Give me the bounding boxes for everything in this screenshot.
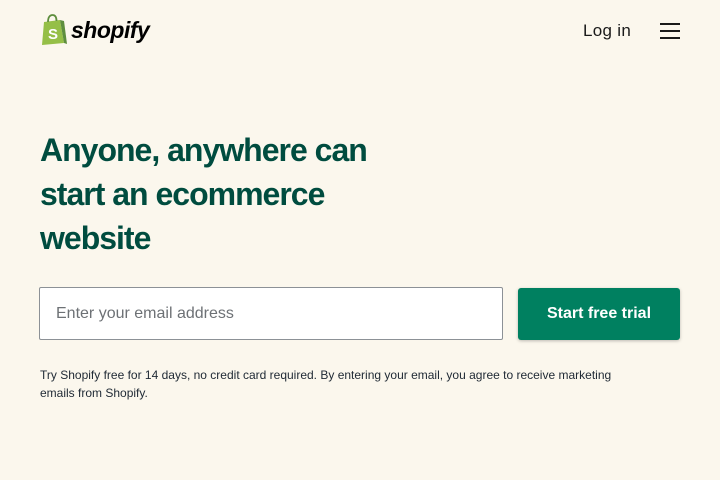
hamburger-menu-icon[interactable] xyxy=(660,22,681,40)
trial-disclaimer: Try Shopify free for 14 days, no credit … xyxy=(40,368,612,400)
site-header: S shopify Log in xyxy=(0,0,720,62)
shopify-logo[interactable]: S shopify xyxy=(40,14,150,46)
menu-bar xyxy=(660,23,680,25)
logo-wordmark: shopify xyxy=(71,17,150,43)
shopping-bag-icon: S xyxy=(42,14,67,45)
login-link[interactable]: Log in xyxy=(583,21,631,41)
svg-text:S: S xyxy=(48,26,58,43)
email-input[interactable] xyxy=(39,287,503,340)
menu-bar xyxy=(660,30,680,32)
menu-bar xyxy=(660,37,680,39)
hero-headline: Anyone, anywhere can start an ecommerce … xyxy=(40,132,368,256)
start-free-trial-button[interactable]: Start free trial xyxy=(518,288,680,340)
